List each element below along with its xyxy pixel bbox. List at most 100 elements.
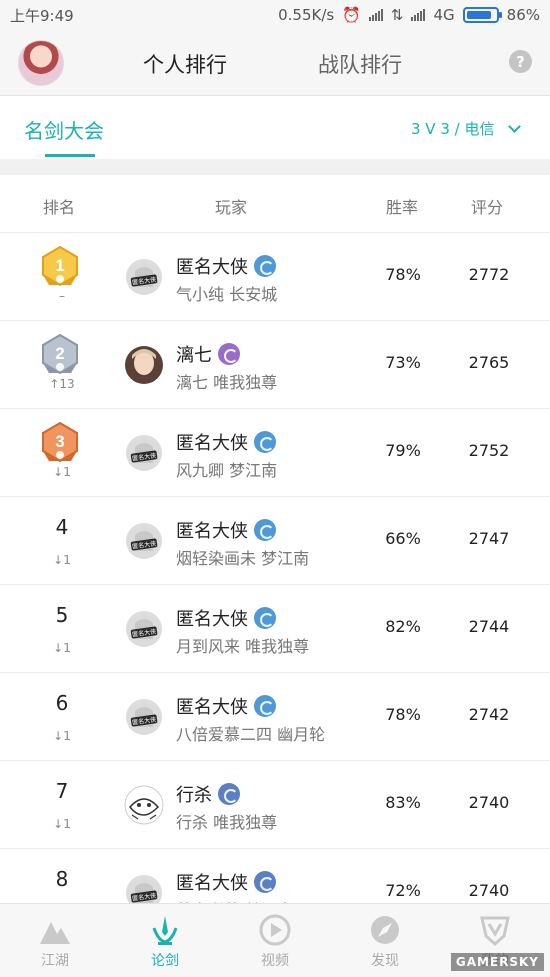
- player-avatar[interactable]: 匿名大侠: [124, 609, 164, 649]
- score: 2752: [468, 441, 510, 460]
- rank-change: ↓1: [53, 641, 71, 655]
- status-bar: 上午9:49 0.55K/s ⏰ ⇅ 4G 86%: [0, 0, 550, 30]
- nav-label: 论剑: [151, 953, 179, 969]
- nav-item-2[interactable]: 论剑: [110, 904, 220, 977]
- chevron-down-icon: [508, 119, 522, 133]
- player-role-server: 八倍爱慕二四 幽月轮: [176, 725, 326, 744]
- rank-number: 4: [55, 515, 69, 539]
- win-rate: 72%: [385, 881, 421, 900]
- nav-label: 江湖: [41, 953, 69, 969]
- player-name-line: 匿名大侠: [176, 253, 276, 279]
- active-tab-underline: [45, 154, 95, 157]
- nav-label: 发现: [371, 953, 399, 969]
- rank-change: ↑13: [49, 377, 75, 391]
- ranking-list: 1 – 匿名大侠 匿名大侠 气小纯 长安城 78% 2772 2 ↑13 漓七 …: [0, 233, 550, 937]
- rank-number: 5: [55, 603, 69, 627]
- player-name-line: 漓七: [176, 341, 240, 367]
- tab-personal-ranking[interactable]: 个人排行: [143, 49, 227, 79]
- player-role-server: 月到风来 唯我独尊: [176, 637, 310, 656]
- medal-rank-number: 2: [55, 344, 64, 363]
- table-row[interactable]: 6 ↓1 匿名大侠 匿名大侠 八倍爱慕二四 幽月轮 78% 2742: [0, 673, 550, 761]
- mode-label: 3 V 3 / 电信: [411, 120, 495, 138]
- win-rate: 73%: [385, 353, 421, 372]
- player-avatar[interactable]: [124, 345, 164, 385]
- player-name-line: 匿名大侠: [176, 605, 276, 631]
- player-name: 匿名大侠: [176, 873, 248, 894]
- table-header: 排名 玩家 胜率 评分: [0, 175, 550, 233]
- tab-team-ranking[interactable]: 战队排行: [318, 49, 402, 79]
- win-rate: 66%: [385, 529, 421, 548]
- nav-item-4[interactable]: 发现: [330, 904, 440, 977]
- table-row[interactable]: 7 ↓1 行杀 行杀 唯我独尊 83% 2740: [0, 761, 550, 849]
- player-name-line: 匿名大侠: [176, 869, 276, 895]
- player-name: 匿名大侠: [176, 521, 248, 542]
- nav-item-3[interactable]: 视频: [220, 904, 330, 977]
- rank-medal-icon: 3: [42, 421, 78, 463]
- rank-number: 6: [55, 691, 69, 715]
- medal-rank-number: 1: [55, 256, 64, 275]
- rank-number: 8: [55, 867, 69, 891]
- column-winrate: 胜率: [386, 198, 419, 217]
- score: 2747: [468, 529, 510, 548]
- sect-icon: [254, 431, 276, 453]
- network-type: 4G: [433, 6, 455, 24]
- table-row[interactable]: 4 ↓1 匿名大侠 匿名大侠 烟轻染画未 梦江南 66% 2747: [0, 497, 550, 585]
- player-avatar[interactable]: 匿名大侠: [124, 697, 164, 737]
- divider: [0, 159, 550, 175]
- player-avatar[interactable]: 匿名大侠: [124, 257, 164, 297]
- player-name: 匿名大侠: [176, 609, 248, 630]
- win-rate: 82%: [385, 617, 421, 636]
- column-player: 玩家: [215, 198, 248, 217]
- user-avatar[interactable]: [18, 40, 64, 86]
- table-row[interactable]: 3 ↓1 匿名大侠 匿名大侠 风九卿 梦江南 79% 2752: [0, 409, 550, 497]
- rank-change: ↓1: [53, 553, 71, 567]
- player-name: 匿名大侠: [176, 697, 248, 718]
- battery-percent: 86%: [506, 6, 540, 24]
- score: 2765: [468, 353, 510, 372]
- table-row[interactable]: 1 – 匿名大侠 匿名大侠 气小纯 长安城 78% 2772: [0, 233, 550, 321]
- rank-change: ↓1: [53, 465, 71, 479]
- battery-icon: [462, 7, 502, 23]
- nav-item-1[interactable]: 江湖: [0, 904, 110, 977]
- header: 个人排行 战队排行 ?: [0, 30, 550, 96]
- rank-change: –: [59, 289, 65, 303]
- win-rate: 78%: [385, 265, 421, 284]
- rank-change: ↓1: [53, 729, 71, 743]
- sect-icon: [254, 519, 276, 541]
- win-rate: 78%: [385, 705, 421, 724]
- player-name: 匿名大侠: [176, 433, 248, 454]
- shield-icon: [440, 914, 550, 946]
- sect-icon: [218, 343, 240, 365]
- score: 2740: [468, 881, 510, 900]
- player-name-line: 行杀: [176, 781, 240, 807]
- rank-medal-icon: 2: [42, 333, 78, 375]
- sword-icon: [110, 914, 220, 946]
- alarm-icon: ⏰: [342, 6, 361, 24]
- player-name: 匿名大侠: [176, 257, 248, 278]
- sub-tab-bar: 名剑大会 3 V 3 / 电信: [0, 97, 550, 159]
- table-row[interactable]: 2 ↑13 漓七 漓七 唯我独尊 73% 2765: [0, 321, 550, 409]
- signal-icon: [368, 9, 383, 21]
- sect-icon: [254, 607, 276, 629]
- rank-change: ↓1: [53, 817, 71, 831]
- sect-icon: [254, 871, 276, 893]
- column-rank: 排名: [43, 198, 76, 217]
- player-avatar[interactable]: 匿名大侠: [124, 521, 164, 561]
- player-name-line: 匿名大侠: [176, 429, 276, 455]
- player-role-server: 行杀 唯我独尊: [176, 813, 278, 832]
- player-avatar[interactable]: 匿名大侠: [124, 433, 164, 473]
- mode-dropdown[interactable]: 3 V 3 / 电信: [411, 118, 522, 139]
- sect-icon: [218, 783, 240, 805]
- player-name-line: 匿名大侠: [176, 517, 276, 543]
- table-row[interactable]: 5 ↓1 匿名大侠 匿名大侠 月到风来 唯我独尊 82% 2744: [0, 585, 550, 673]
- compass-icon: [330, 914, 440, 946]
- player-avatar[interactable]: [124, 785, 164, 825]
- score: 2772: [468, 265, 510, 284]
- rank-number: 7: [55, 779, 69, 803]
- help-icon[interactable]: ?: [509, 50, 532, 73]
- tab-arena[interactable]: 名剑大会: [24, 115, 104, 144]
- signal-icon-2: [411, 9, 426, 21]
- player-name: 漓七: [176, 345, 212, 366]
- medal-rank-number: 3: [55, 432, 64, 451]
- watermark: GAMERSKY: [450, 953, 544, 971]
